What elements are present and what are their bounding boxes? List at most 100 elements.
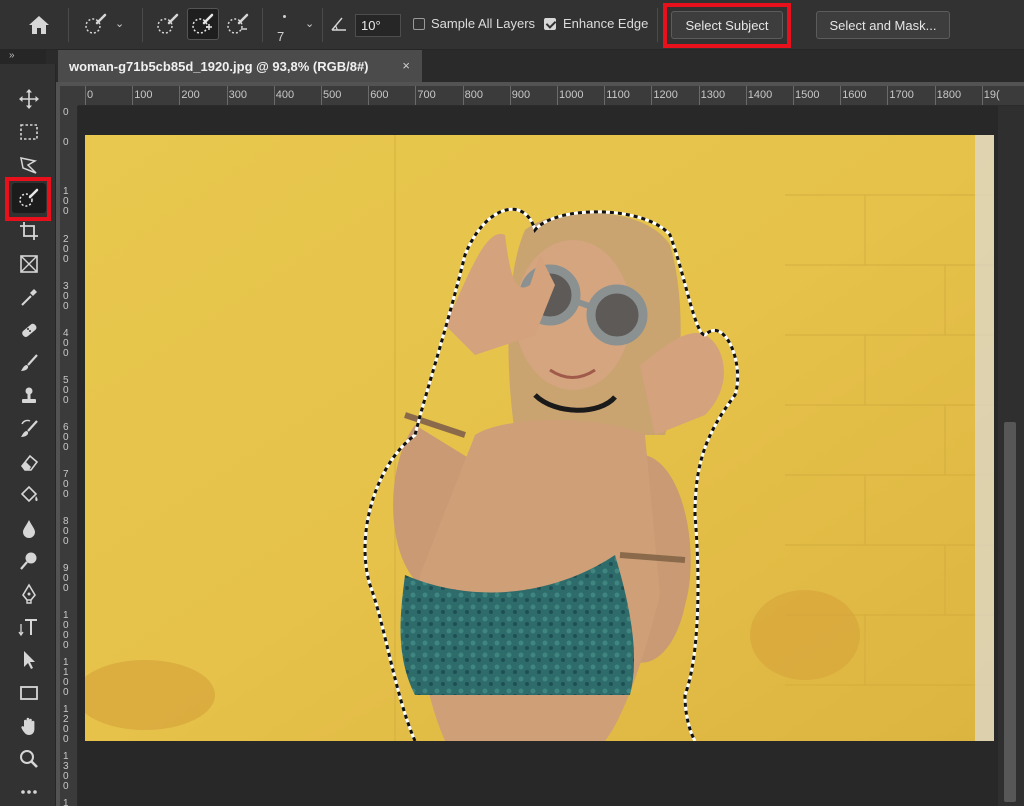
ruler-tick-label: 1400: [63, 798, 69, 806]
blur-tool[interactable]: [12, 513, 46, 543]
ruler-tick-label: 200: [181, 89, 200, 101]
home-button[interactable]: [22, 10, 56, 40]
horizontal-ruler[interactable]: 0 100 200 300 400 500 600 700 800 900 1000 1100 1200…: [78, 86, 1024, 106]
frame-tool[interactable]: [12, 249, 46, 279]
panel-collapse-button[interactable]: »: [0, 50, 46, 64]
chevron-down-icon[interactable]: ⌄: [115, 17, 124, 30]
ruler-tick-label: 1100: [63, 657, 69, 698]
ruler-tick: [321, 86, 322, 105]
paint-bucket-icon: [20, 485, 38, 503]
tool-preset-picker[interactable]: [80, 8, 112, 40]
scrollbar-thumb[interactable]: [1004, 422, 1016, 802]
photo-illustration: [85, 135, 994, 741]
add-to-selection-button[interactable]: [187, 8, 219, 40]
move-icon: [19, 89, 39, 109]
ruler-tick: [415, 86, 417, 105]
document-image[interactable]: [85, 135, 994, 741]
pen-tool[interactable]: [12, 579, 46, 609]
ruler-tick: [934, 86, 936, 105]
sample-all-layers-checkbox[interactable]: [413, 18, 425, 30]
options-bar: ⌄ 7 ⌄ Sample All Layers Enhance Edge Sel…: [0, 0, 1024, 50]
ruler-tick: [85, 86, 86, 105]
eyedropper-tool[interactable]: [12, 282, 46, 312]
new-selection-button[interactable]: [152, 8, 184, 40]
home-icon: [29, 16, 49, 34]
brush-size-dropdown-chevron-icon[interactable]: ⌄: [305, 17, 314, 30]
brush-size-value[interactable]: 7: [277, 29, 284, 44]
ruler-tick-label: 1200: [653, 89, 678, 101]
clone-stamp-tool[interactable]: [12, 381, 46, 411]
ruler-tick: [981, 86, 983, 105]
enhance-edge-label[interactable]: Enhance Edge: [563, 16, 648, 31]
ruler-tick: [179, 86, 181, 105]
blur-icon: [23, 520, 35, 538]
ruler-tick-label: 1800: [936, 89, 962, 101]
subtract-selection-icon: [227, 13, 249, 34]
sample-all-layers-label[interactable]: Sample All Layers: [431, 16, 535, 31]
paint-bucket-tool[interactable]: [12, 480, 46, 510]
more-tools-button[interactable]: [12, 777, 46, 806]
quick-selection-preset-icon: [85, 13, 107, 34]
divider: [262, 8, 263, 42]
document-tab-strip: » woman-g71b5cb85d_1920.jpg @ 93,8% (RGB…: [0, 50, 1024, 82]
ruler-tick: [462, 86, 464, 105]
ruler-tick-label: 900: [63, 563, 69, 594]
ruler-tick: [132, 86, 134, 105]
select-and-mask-button[interactable]: Select and Mask...: [816, 11, 950, 39]
hand-icon: [21, 717, 35, 735]
ruler-tick-label: 19(: [983, 89, 1000, 101]
ruler-tick: [793, 86, 794, 105]
ruler-tick-label: 500: [323, 89, 342, 101]
subtract-from-selection-button[interactable]: [222, 8, 254, 40]
vertical-scrollbar[interactable]: [998, 106, 1024, 806]
healing-brush-tool[interactable]: [12, 315, 46, 345]
dodge-tool[interactable]: [12, 546, 46, 576]
marquee-icon: [20, 124, 38, 140]
ruler-tick-label: 800: [63, 516, 69, 547]
divider: [322, 8, 323, 42]
zoom-icon: [20, 750, 38, 768]
vertical-ruler[interactable]: 0 0 100 200 300 400 500 600 700 800 900 1000 1100 120…: [60, 106, 78, 806]
ruler-tick-label: 100: [134, 89, 153, 101]
ruler-tick-label: 0: [63, 137, 69, 148]
marquee-tool[interactable]: [12, 117, 46, 147]
divider: [142, 8, 143, 42]
ruler-tick-label: 200: [63, 234, 69, 265]
eraser-tool[interactable]: [12, 447, 46, 477]
zoom-tool[interactable]: [12, 744, 46, 774]
enhance-edge-checkbox[interactable]: [544, 18, 556, 30]
path-selection-tool[interactable]: [12, 645, 46, 675]
hand-tool[interactable]: [12, 711, 46, 741]
move-tool[interactable]: [12, 84, 46, 114]
ruler-tick-label: 0: [63, 107, 69, 118]
type-icon: [18, 619, 37, 637]
close-icon[interactable]: ×: [402, 58, 410, 73]
document-tab[interactable]: woman-g71b5cb85d_1920.jpg @ 93,8% (RGB/8…: [58, 50, 422, 82]
brush-icon: [21, 354, 38, 371]
ruler-tick-label: 700: [63, 469, 69, 500]
ruler-tick-label: 300: [63, 281, 69, 312]
brush-size-dot[interactable]: [283, 15, 286, 18]
rectangle-tool[interactable]: [12, 678, 46, 708]
ruler-tick-label: 400: [63, 328, 69, 359]
ruler-tick-label: 0: [87, 89, 94, 101]
ruler-tick-label: 1200: [63, 704, 69, 745]
new-selection-icon: [157, 13, 179, 34]
more-tools-icon: [21, 790, 37, 794]
lasso-tool[interactable]: [12, 150, 46, 180]
ruler-tick-label: 700: [417, 89, 436, 101]
ruler-tick-label: 1700: [889, 89, 914, 101]
divider: [657, 8, 658, 42]
crop-tool[interactable]: [12, 216, 46, 246]
history-brush-tool[interactable]: [12, 414, 46, 444]
ruler-tick-label: 1500: [795, 89, 820, 101]
ruler-tick-label: 1300: [63, 751, 69, 792]
divider: [68, 8, 69, 42]
angle-input[interactable]: [355, 14, 401, 37]
ruler-tick: [226, 86, 228, 105]
ruler-tick: [745, 86, 747, 105]
ruler-tick-label: 900: [511, 89, 531, 101]
type-tool[interactable]: [12, 612, 46, 642]
ruler-tick-label: 100: [63, 186, 69, 217]
brush-tool[interactable]: [12, 348, 46, 378]
